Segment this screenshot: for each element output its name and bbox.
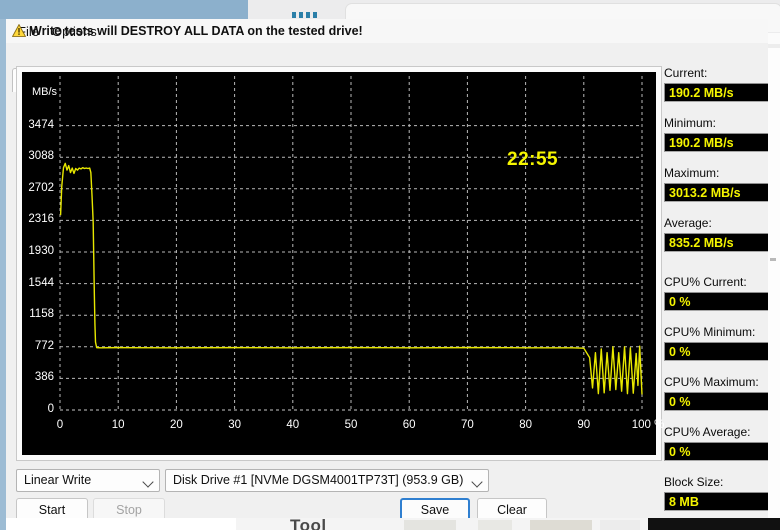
- tab-strip: Linear Write: [6, 43, 768, 92]
- stat-value-minimum: 190.2 MB/s: [669, 136, 734, 150]
- x-tick-0: 0: [56, 419, 64, 431]
- stat-value-maximum: 3013.2 MB/s: [669, 186, 741, 200]
- stop-button: Stop: [93, 498, 165, 518]
- graph-plot: [59, 76, 643, 411]
- test-type-value: Linear Write: [24, 473, 92, 487]
- background-scroll-tick: [770, 258, 776, 261]
- graph-canvas: MB/s 0 386 772 1158 1544 1930 2316 2702 3088 3474 0…: [22, 72, 664, 455]
- stat-box-cpu-maximum: 0 %: [664, 392, 768, 411]
- x-tick-20: 20: [169, 419, 183, 431]
- x-tick-90: 90: [577, 419, 591, 431]
- stat-box-maximum: 3013.2 MB/s: [664, 183, 768, 202]
- stat-value-cpu-current: 0 %: [669, 295, 691, 309]
- drive-select[interactable]: Disk Drive #1 [NVMe DGSM4001TP73T] (953.…: [165, 469, 489, 492]
- graph-panel: MB/s 0 386 772 1158 1544 1930 2316 2702 3088 3474 0…: [16, 66, 664, 461]
- warning-triangle-icon: [12, 24, 26, 37]
- y-tick-2316: 2316: [28, 213, 54, 226]
- drive-value: Disk Drive #1 [NVMe DGSM4001TP73T] (953.…: [173, 473, 464, 487]
- x-tick-10: 10: [111, 419, 125, 431]
- y-tick-0: 0: [47, 403, 54, 415]
- disk-benchmark-window: File Options Linear Write MB/s0386772115…: [6, 19, 768, 518]
- stat-label-maximum: Maximum:: [664, 166, 720, 180]
- stat-value-cpu-minimum: 0 %: [669, 345, 691, 359]
- statistics-panel: Current: 190.2 MB/s Minimum: 190.2 MB/s Maxi…: [664, 66, 768, 511]
- elapsed-timer: 22:55: [507, 149, 559, 170]
- stat-box-cpu-average: 0 %: [664, 442, 768, 461]
- stat-label-cpu-current: CPU% Current:: [664, 275, 747, 289]
- background-right-edge: [768, 48, 780, 518]
- x-tick-70: 70: [460, 419, 474, 431]
- stat-label-cpu-maximum: CPU% Maximum:: [664, 375, 759, 389]
- stat-box-average: 835.2 MB/s: [664, 233, 768, 252]
- save-button[interactable]: Save: [400, 498, 470, 518]
- x-tick-50: 50: [344, 419, 358, 431]
- stat-label-average: Average:: [664, 216, 712, 230]
- warning-text: Write tests will DESTROY ALL DATA on the…: [30, 24, 363, 38]
- clear-button[interactable]: Clear: [477, 498, 547, 518]
- chevron-down-icon: [471, 476, 483, 488]
- y-tick-1158: 1158: [29, 308, 54, 321]
- background-bottom-box: [530, 520, 592, 530]
- y-tick-1544: 1544: [28, 276, 54, 289]
- x-tick-80: 80: [519, 419, 532, 431]
- stat-box-cpu-minimum: 0 %: [664, 342, 768, 361]
- test-type-select[interactable]: Linear Write: [16, 469, 160, 492]
- y-tick-3474: 3474: [28, 118, 54, 131]
- stat-value-current: 190.2 MB/s: [669, 86, 734, 100]
- stat-value-cpu-average: 0 %: [669, 445, 691, 459]
- background-bottom-box: [600, 520, 640, 530]
- x-tick-40: 40: [286, 419, 300, 431]
- background-bottom-box: [478, 520, 512, 530]
- stat-label-block-size: Block Size:: [664, 475, 724, 489]
- stat-label-current: Current:: [664, 66, 708, 80]
- y-tick-772: 772: [34, 339, 54, 352]
- background-bottom-dark-panel: [648, 518, 780, 530]
- stat-value-cpu-maximum: 0 %: [669, 395, 691, 409]
- y-axis-unit-label: MB/s: [32, 86, 58, 98]
- stat-box-block-size: 8 MB: [664, 492, 768, 511]
- menu-dots-icon: [292, 12, 318, 18]
- chevron-down-icon: [142, 476, 154, 488]
- stat-box-cpu-current: 0 %: [664, 292, 768, 311]
- stat-box-current: 190.2 MB/s: [664, 83, 768, 102]
- stat-label-minimum: Minimum:: [664, 116, 717, 130]
- background-accent-strip: [0, 0, 248, 19]
- background-bottom-text: Tool: [290, 516, 327, 530]
- y-tick-1930: 1930: [28, 245, 54, 257]
- stat-value-block-size: 8 MB: [669, 495, 699, 509]
- y-tick-386: 386: [34, 371, 54, 384]
- background-bottom-box: [404, 520, 456, 530]
- stat-label-cpu-minimum: CPU% Minimum:: [664, 325, 756, 339]
- x-tick-60: 60: [402, 419, 416, 431]
- stat-box-minimum: 190.2 MB/s: [664, 133, 768, 152]
- stat-label-cpu-average: CPU% Average:: [664, 425, 751, 439]
- start-button[interactable]: Start: [16, 498, 88, 518]
- stat-value-average: 835.2 MB/s: [669, 236, 734, 250]
- y-tick-3088: 3088: [28, 150, 54, 163]
- x-tick-30: 30: [228, 419, 241, 431]
- y-tick-2702: 2702: [28, 181, 54, 194]
